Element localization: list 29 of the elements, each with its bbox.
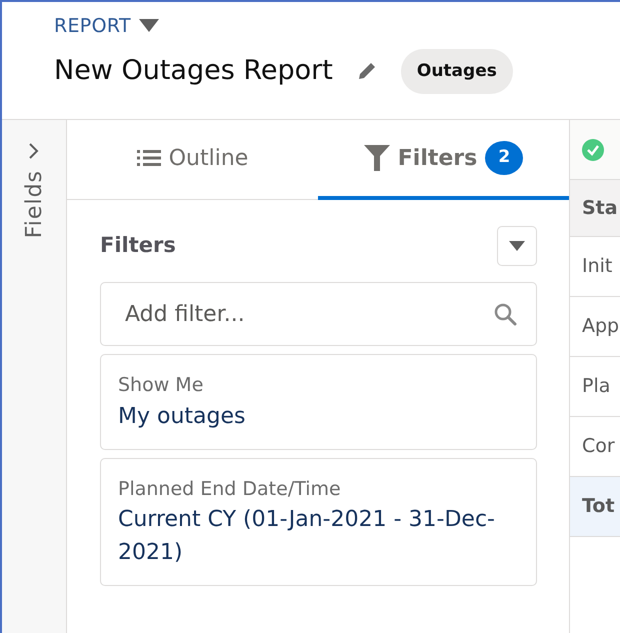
filters-heading: Filters [100, 232, 176, 260]
filter-label: Show Me [118, 373, 204, 398]
table-header-cell: Sta [570, 180, 620, 237]
filter-card[interactable]: Show Me My outages [100, 354, 537, 450]
table-cell: Init [570, 237, 620, 297]
report-title: New Outages Report [54, 54, 333, 88]
fields-rail-label[interactable]: Fields [18, 170, 50, 238]
pencil-icon[interactable] [356, 61, 377, 82]
filter-value: My outages [118, 402, 246, 430]
report-type-tag: Outages [400, 48, 513, 94]
table-cell: Pla [570, 357, 620, 417]
chevron-right-icon[interactable] [28, 142, 40, 160]
tab[interactable]: Outline [67, 120, 318, 200]
caret-icon[interactable] [138, 19, 159, 34]
dropdown-button[interactable] [497, 226, 537, 266]
list-icon [136, 149, 161, 167]
caret-icon [509, 240, 525, 252]
filter-label: Planned End Date/Time [118, 476, 342, 502]
report-type-label: REPORT [54, 14, 131, 39]
search-icon [493, 302, 517, 326]
count-badge: 2 [485, 141, 524, 175]
add-filter-field[interactable]: Add filter... [100, 282, 537, 346]
filter-value: Current CY (01-Jan-2021 - 31-Dec-2021) [118, 506, 496, 567]
total-cell: Tot [570, 477, 620, 537]
tab[interactable]: Filters 2 [318, 120, 569, 200]
table-cell: App [570, 297, 620, 357]
check-circle-icon [582, 138, 604, 160]
filter-card[interactable]: Planned End Date/Time Current CY (01-Jan-2021 - 31-Dec-2021) [100, 458, 537, 586]
filter-icon [364, 145, 390, 171]
